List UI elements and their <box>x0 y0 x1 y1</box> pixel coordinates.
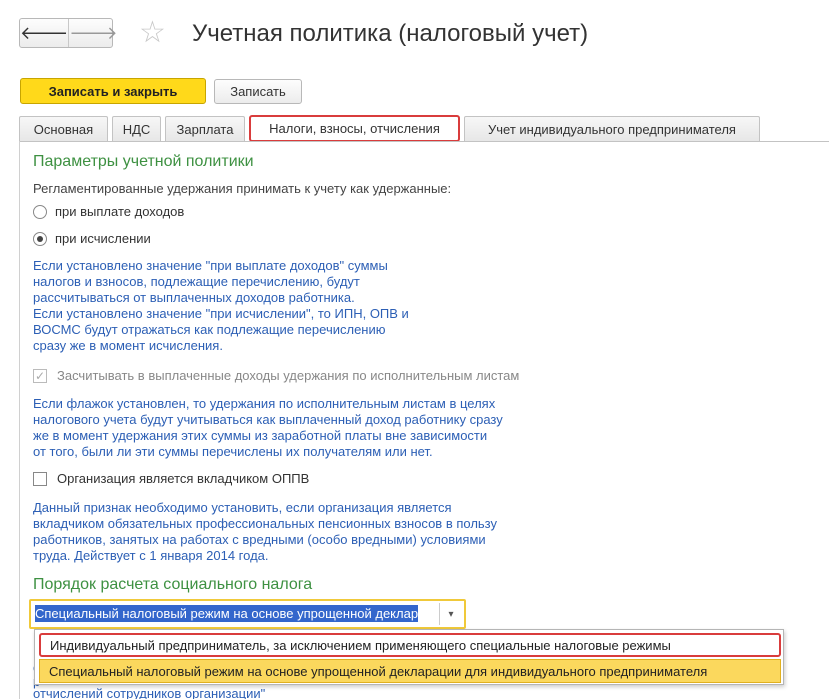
page-title: Учетная политика (налоговый учет) <box>192 20 589 47</box>
section-title-social-tax: Порядок расчета социального налога <box>33 576 313 593</box>
select-value-text: Специальный налоговый режим на основе уп… <box>35 605 419 622</box>
hint-line: налогов и взносов, подлежащие перечислен… <box>33 274 360 289</box>
hint-line: от того, были ли эти суммы перечислены и… <box>33 444 433 459</box>
select-value[interactable]: Специальный налоговый режим на основе уп… <box>35 605 436 623</box>
hidden-hint-fragment: отчислений сотрудников организации" <box>33 686 266 699</box>
radio-on-calculation[interactable]: при исчислении <box>33 231 151 246</box>
favorite-star-icon[interactable]: ☆ <box>139 16 166 50</box>
tab-entrepreneur-accounting[interactable]: Учет индивидуального предпринимателя <box>464 116 760 142</box>
dropdown-option-simplified-declaration[interactable]: Специальный налоговый режим на основе уп… <box>39 659 781 683</box>
checkbox-checked-icon[interactable]: ✓ <box>33 368 47 383</box>
panel-border <box>19 141 20 699</box>
radio-label: при исчислении <box>55 231 151 246</box>
hint-line: работников, занятых на работах с вредным… <box>33 532 486 547</box>
save-button[interactable]: Записать <box>214 79 302 104</box>
hint-line: Данный признак необходимо установить, ес… <box>33 500 452 515</box>
hint-retentions: Если установлено значение "при выплате д… <box>33 258 409 354</box>
tab-main[interactable]: Основная <box>19 116 108 142</box>
checkbox-exec-lists[interactable]: ✓ Засчитывать в выплаченные доходы удерж… <box>33 368 519 383</box>
tab-salary[interactable]: Зарплата <box>165 116 245 142</box>
checkbox-empty-icon[interactable] <box>33 471 47 486</box>
checkbox-oppv[interactable]: Организация является вкладчиком ОППВ <box>33 471 309 486</box>
hint-oppv: Данный признак необходимо установить, ес… <box>33 500 497 564</box>
hint-line: вкладчиком обязательных профессиональных… <box>33 516 497 531</box>
navigation-buttons: 🡐 🡒 <box>19 18 118 48</box>
forward-arrow-icon[interactable]: 🡒 <box>69 19 117 47</box>
radio-on-payment[interactable]: при выплате доходов <box>33 204 184 219</box>
retentions-label: Регламентированные удержания принимать к… <box>33 181 452 196</box>
hint-line: Если установлено значение "при выплате д… <box>33 258 388 273</box>
hint-line: же в момент удержания этих суммы из зара… <box>33 428 488 443</box>
dropdown-option-individual-entrepreneur[interactable]: Индивидуальный предприниматель, за исклю… <box>39 633 781 657</box>
tab-taxes-contributions[interactable]: Налоги, взносы, отчисления <box>249 115 460 142</box>
tab-vat[interactable]: НДС <box>112 116 161 142</box>
save-and-close-button[interactable]: Записать и закрыть <box>20 78 206 104</box>
checkbox-label: Организация является вкладчиком ОППВ <box>57 471 310 486</box>
hint-line: труда. Действует с 1 января 2014 года. <box>33 548 269 563</box>
tab-bar: Основная НДС Зарплата Налоги, взносы, от… <box>19 115 829 142</box>
back-arrow-icon[interactable]: 🡐 <box>20 19 70 47</box>
chevron-down-icon[interactable]: ▾ <box>439 603 462 625</box>
hint-line: налогового учета будут учитываться как в… <box>33 412 503 427</box>
radio-label: при выплате доходов <box>55 204 185 219</box>
hint-line: сразу же в момент исчисления. <box>33 338 223 353</box>
hint-line: рассчитываться от выплаченных доходов ра… <box>33 290 355 305</box>
section-title-policy: Параметры учетной политики <box>33 153 254 170</box>
hint-line: ВОСМС будут отражаться как подлежащие пе… <box>33 322 386 337</box>
radio-circle-selected[interactable] <box>33 231 47 246</box>
dropdown-list: Индивидуальный предприниматель, за исклю… <box>34 629 784 685</box>
hint-exec-lists: Если флажок установлен, то удержания по … <box>33 396 503 460</box>
hint-line: Если установлено значение "при исчислени… <box>33 306 409 321</box>
hint-line: Если флажок установлен, то удержания по … <box>33 396 496 411</box>
checkbox-label: Засчитывать в выплаченные доходы удержан… <box>57 368 520 383</box>
radio-circle[interactable] <box>33 204 47 219</box>
tab-divider <box>19 141 829 142</box>
social-tax-mode-select[interactable]: Специальный налоговый режим на основе уп… <box>29 599 466 629</box>
